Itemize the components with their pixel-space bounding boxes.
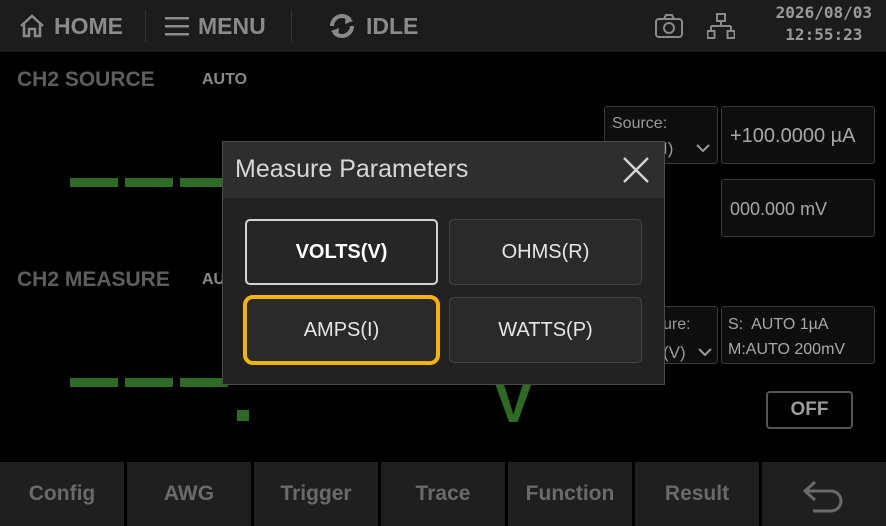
result-button[interactable]: Result	[635, 462, 759, 526]
dialog-title: Measure Parameters	[235, 155, 469, 183]
config-button[interactable]: Config	[0, 462, 124, 526]
home-label: HOME	[54, 12, 123, 39]
clock: 2026/08/03 12:55:23	[776, 2, 872, 46]
menu-icon	[165, 17, 189, 36]
time-text: 12:55:23	[785, 25, 863, 44]
range-source: S: AUTO 1µA	[728, 316, 829, 333]
menu-button[interactable]: MENU	[164, 0, 266, 52]
measure-reading-digit	[70, 378, 118, 387]
home-button[interactable]: HOME	[18, 0, 123, 52]
back-arrow-icon	[802, 480, 843, 513]
back-button[interactable]	[762, 462, 886, 526]
top-bar: HOME MENU IDLE 2026/08/03 12:55:23	[0, 0, 886, 52]
limit-value: 000.000 mV	[730, 199, 828, 219]
trace-button[interactable]: Trace	[381, 462, 505, 526]
range-info[interactable]: S: AUTO 1µA M:AUTO 200mV	[721, 306, 875, 364]
watts-option[interactable]: WATTS(P)	[449, 297, 642, 363]
network-status[interactable]	[707, 0, 735, 52]
close-button[interactable]	[618, 152, 654, 188]
close-icon	[623, 157, 649, 183]
trigger-button[interactable]: Trigger	[254, 462, 378, 526]
measure-parameters-dialog: Measure Parameters VOLTS(V) OHMS(R) AMPS…	[222, 141, 665, 385]
menu-label: MENU	[198, 12, 266, 39]
measure-title: CH2 MEASURE	[17, 268, 170, 291]
source-reading-digit	[180, 178, 228, 187]
ohms-option[interactable]: OHMS(R)	[449, 219, 642, 285]
status-indicator[interactable]: IDLE	[326, 0, 418, 52]
amps-option[interactable]: AMPS(I)	[243, 295, 440, 365]
status-label: IDLE	[366, 12, 419, 39]
date-text: 2026/08/03	[775, 3, 872, 22]
source-title: CH2 SOURCE	[17, 68, 155, 91]
divider	[145, 10, 146, 42]
refresh-icon	[330, 14, 354, 38]
measure-reading-digit	[125, 378, 173, 387]
chevron-down-icon	[698, 348, 712, 357]
home-icon	[20, 14, 44, 38]
bottom-bar: Config AWG Trigger Trace Function Result	[0, 462, 886, 526]
limit-value-field[interactable]: 000.000 mV	[721, 179, 875, 237]
dialog-header: Measure Parameters	[223, 142, 664, 198]
source-value-field[interactable]: +100.0000 µA	[721, 106, 875, 164]
screenshot-button[interactable]	[654, 0, 684, 52]
awg-button[interactable]: AWG	[127, 462, 251, 526]
divider	[291, 10, 292, 42]
measure-type-label: ure:	[663, 316, 691, 333]
volts-option[interactable]: VOLTS(V)	[245, 219, 438, 285]
source-reading-digit	[70, 178, 118, 187]
decimal-point	[237, 410, 249, 421]
network-icon	[707, 13, 735, 39]
source-mode: AUTO	[202, 71, 248, 88]
source-value: +100.0000 µA	[730, 125, 856, 147]
output-toggle-button[interactable]: OFF	[766, 391, 853, 429]
source-reading-digit	[125, 178, 173, 187]
camera-icon	[655, 14, 683, 38]
range-measure: M:AUTO 200mV	[728, 341, 846, 358]
source-type-label: Source:	[612, 115, 668, 132]
measure-type-value: (V)	[663, 343, 686, 362]
measure-reading-digit	[180, 378, 228, 387]
function-button[interactable]: Function	[508, 462, 632, 526]
chevron-down-icon	[696, 144, 710, 153]
